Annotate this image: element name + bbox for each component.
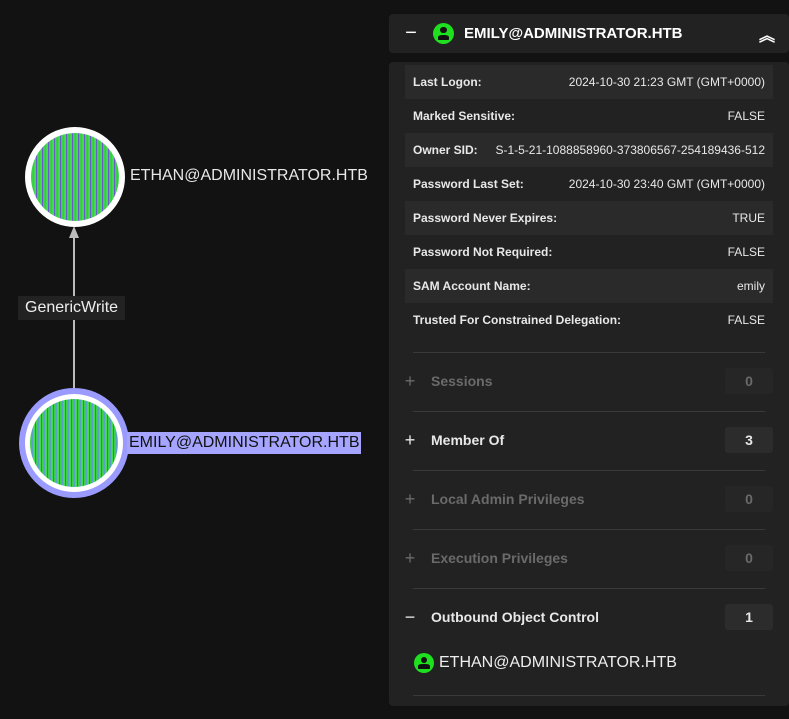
entity-panel-header: − EMILY@ADMINISTRATOR.HTB ︽	[389, 14, 789, 53]
property-row: Marked Sensitive: FALSE	[405, 99, 773, 133]
property-value: emily	[736, 279, 765, 293]
property-value: S-1-5-21-1088858960-373806567-254189436-…	[495, 143, 765, 157]
property-row: Password Last Set: 2024-10-30 23:40 GMT (…	[405, 167, 773, 201]
node-label-emily[interactable]: EMILY@ADMINISTRATOR.HTB	[127, 432, 362, 454]
expand-icon[interactable]: +	[389, 371, 431, 392]
section-execution-privileges[interactable]: + Execution Privileges 0	[389, 545, 789, 571]
panel-title: EMILY@ADMINISTRATOR.HTB	[464, 25, 683, 42]
expand-icon[interactable]: +	[389, 548, 431, 569]
property-key: Owner SID:	[413, 143, 478, 157]
divider	[413, 695, 765, 696]
property-row: Password Not Required: FALSE	[405, 235, 773, 269]
section-label: Execution Privileges	[431, 550, 568, 566]
property-key: Password Last Set:	[413, 177, 524, 191]
section-count: 3	[725, 427, 773, 453]
section-count: 1	[725, 604, 773, 630]
node-ethan[interactable]	[25, 127, 125, 227]
section-member-of[interactable]: + Member Of 3	[389, 427, 789, 453]
property-row: Password Never Expires: TRUE	[405, 201, 773, 235]
divider	[413, 411, 765, 412]
property-value: 2024-10-30 21:23 GMT (GMT+0000)	[568, 75, 765, 89]
property-key: Password Never Expires:	[413, 211, 558, 225]
node-ring	[25, 394, 123, 492]
property-row: Last Logon: 2024-10-30 21:23 GMT (GMT+000…	[405, 65, 773, 99]
section-count: 0	[725, 368, 773, 394]
section-label: Outbound Object Control	[431, 609, 599, 625]
edge-arrow-icon	[69, 226, 79, 238]
property-key: Last Logon:	[413, 75, 482, 89]
user-node-fill	[31, 133, 119, 221]
divider	[413, 352, 765, 353]
property-row: SAM Account Name: emily	[405, 269, 773, 303]
outbound-list-item[interactable]: ETHAN@ADMINISTRATOR.HTB	[414, 653, 677, 673]
section-label: Member Of	[431, 432, 505, 448]
section-label: Sessions	[431, 373, 493, 389]
divider	[413, 529, 765, 530]
property-row: Trusted For Constrained Delegation: FALSE	[405, 303, 773, 337]
property-key: SAM Account Name:	[413, 279, 531, 293]
property-value: FALSE	[727, 245, 765, 259]
property-value: 2024-10-30 23:40 GMT (GMT+0000)	[568, 177, 765, 191]
divider	[413, 588, 765, 589]
expand-icon[interactable]: −	[389, 607, 431, 628]
property-value: FALSE	[727, 109, 765, 123]
section-sessions[interactable]: + Sessions 0	[389, 368, 789, 394]
divider	[413, 470, 765, 471]
user-icon	[433, 23, 454, 44]
entity-panel-body: Last Logon: 2024-10-30 21:23 GMT (GMT+000…	[389, 62, 789, 706]
property-key: Password Not Required:	[413, 245, 553, 259]
section-label: Local Admin Privileges	[431, 491, 585, 507]
expand-icon[interactable]: +	[389, 489, 431, 510]
collapse-all-icon[interactable]: ︽	[759, 22, 775, 46]
property-value: TRUE	[732, 211, 765, 225]
user-icon	[414, 653, 434, 673]
section-count: 0	[725, 486, 773, 512]
section-outbound-object-control[interactable]: − Outbound Object Control 1	[389, 604, 789, 630]
expand-icon[interactable]: +	[389, 430, 431, 451]
property-key: Marked Sensitive:	[413, 109, 516, 123]
user-node-fill	[30, 399, 118, 487]
property-row: Owner SID: S-1-5-21-1088858960-373806567-…	[405, 133, 773, 167]
property-key: Trusted For Constrained Delegation:	[413, 313, 622, 327]
property-value: FALSE	[727, 313, 765, 327]
outbound-item-label: ETHAN@ADMINISTRATOR.HTB	[439, 654, 677, 671]
section-local-admin-privileges[interactable]: + Local Admin Privileges 0	[389, 486, 789, 512]
section-count: 0	[725, 545, 773, 571]
edge-label[interactable]: GenericWrite	[18, 296, 126, 320]
node-label-ethan[interactable]: ETHAN@ADMINISTRATOR.HTB	[130, 167, 368, 185]
collapse-button[interactable]: −	[389, 22, 433, 45]
node-emily[interactable]	[19, 388, 129, 498]
